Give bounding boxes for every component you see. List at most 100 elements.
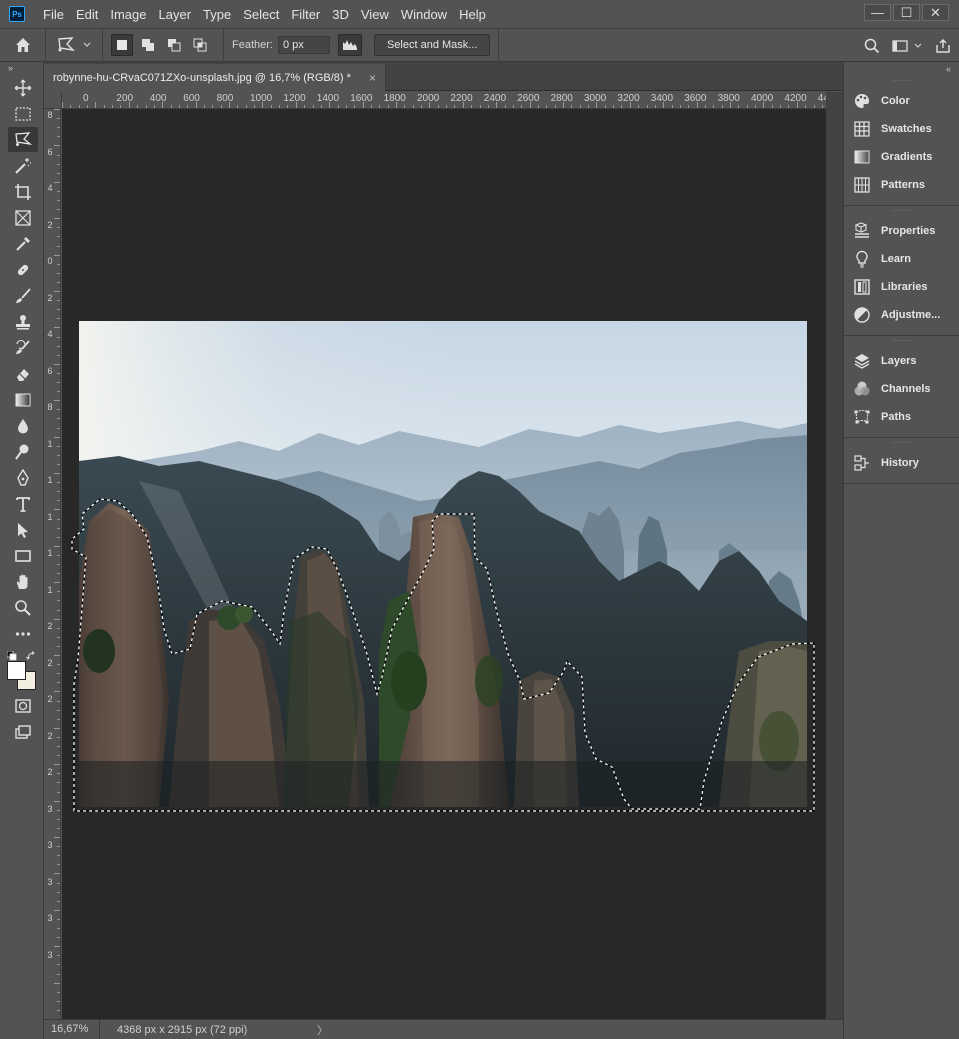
panel-label: Swatches (881, 123, 932, 135)
frame-tool[interactable] (8, 205, 38, 230)
document-tab[interactable]: robynne-hu-CRvaC071ZXo-unsplash.jpg @ 16… (44, 64, 386, 91)
polygonal-lasso-tool[interactable] (8, 127, 38, 152)
path-selection-tool[interactable] (8, 517, 38, 542)
search-button[interactable] (864, 38, 880, 54)
gradient-tool[interactable] (8, 387, 38, 412)
panel-history[interactable]: History (844, 449, 959, 477)
ruler-tick (57, 664, 60, 666)
collapse-panels-icon[interactable]: « (844, 62, 959, 76)
brush-tool[interactable] (8, 283, 38, 308)
menu-select[interactable]: Select (237, 0, 285, 29)
anti-alias-button[interactable] (337, 34, 362, 56)
panel-patterns[interactable]: Patterns (844, 171, 959, 199)
panel-swatches[interactable]: Swatches (844, 115, 959, 143)
ruler-tick (57, 564, 60, 565)
intersect-selection-button[interactable] (189, 34, 211, 56)
ruler-tick (54, 982, 60, 984)
menu-window[interactable]: Window (395, 0, 453, 29)
crop-tool[interactable] (8, 179, 38, 204)
ruler-tick-label: 3000 (584, 93, 607, 104)
marquee-tool[interactable] (8, 101, 38, 126)
rectangle-tool[interactable] (8, 543, 38, 568)
more-tools-button[interactable] (8, 621, 38, 646)
panel-properties[interactable]: Properties (844, 217, 959, 245)
move-icon (14, 79, 32, 96)
selection-outline (71, 498, 815, 812)
horizontal-ruler[interactable]: 0 200 400 600 800 1000 1200 1400 1600 1800 2000 220… (62, 92, 826, 109)
foreground-color-swatch[interactable] (7, 661, 26, 680)
tool-preset-picker[interactable] (46, 28, 103, 62)
menu-view[interactable]: View (355, 0, 395, 29)
ruler-tick (412, 105, 414, 108)
panel-layers[interactable]: Layers (844, 347, 959, 375)
channels-icon (854, 381, 870, 396)
photoshop-logo-icon[interactable]: Ps (9, 6, 25, 22)
menu-layer[interactable]: Layer (153, 0, 198, 29)
subtract-from-selection-button[interactable] (163, 34, 185, 56)
panel-label: History (881, 457, 919, 469)
collapse-toolbar-icon[interactable]: » (0, 62, 43, 74)
vertical-ruler[interactable]: 8 6 4 2 0 2 4 6 8 1 1 1 1 1 2 2 2 2 2 3 3 3 3 3 (44, 109, 61, 1019)
eraser-icon (17, 368, 29, 381)
maximize-button[interactable]: ☐ (893, 4, 920, 21)
menu-edit[interactable]: Edit (70, 0, 104, 29)
ruler-tick (563, 102, 564, 108)
zoom-tool[interactable] (8, 595, 38, 620)
pen-tool[interactable] (8, 465, 38, 490)
minimize-button[interactable]: — (864, 4, 891, 21)
zoom-level[interactable]: 16,67% (44, 1020, 100, 1039)
screen-mode-button[interactable] (8, 719, 38, 744)
ruler-tick (54, 400, 60, 402)
panel-paths[interactable]: Paths (844, 403, 959, 431)
workspace-button[interactable] (892, 39, 923, 53)
close-tab-icon[interactable]: × (369, 71, 376, 85)
new-selection-button[interactable] (111, 34, 133, 56)
dodge-tool[interactable] (8, 439, 38, 464)
menu-image[interactable]: Image (104, 0, 152, 29)
menu-file[interactable]: File (37, 0, 70, 29)
quick-mask-button[interactable] (8, 693, 38, 718)
panel-learn[interactable]: Learn (844, 245, 959, 273)
ruler-tick (57, 846, 60, 848)
canvas-area[interactable] (62, 109, 826, 1019)
healing-brush-tool[interactable] (8, 257, 38, 282)
blur-tool[interactable] (8, 413, 38, 438)
ruler-origin[interactable] (44, 92, 62, 109)
eraser-tool[interactable] (8, 361, 38, 386)
magic-wand-tool[interactable] (8, 153, 38, 178)
ruler-tick (621, 105, 623, 108)
add-to-selection-button[interactable] (137, 34, 159, 56)
ruler-tick (54, 509, 60, 511)
menu-type[interactable]: Type (197, 0, 237, 29)
menu-filter[interactable]: Filter (285, 0, 326, 29)
clone-stamp-tool[interactable] (8, 309, 38, 334)
add-selection-icon (142, 39, 154, 51)
select-and-mask-button[interactable]: Select and Mask... (373, 34, 491, 56)
swap-colors-icon[interactable] (26, 651, 36, 661)
panel-gradients[interactable]: Gradients (844, 143, 959, 171)
feather-input[interactable] (277, 36, 330, 54)
menu-3d[interactable]: 3D (326, 0, 355, 29)
eyedropper-tool[interactable] (8, 231, 38, 256)
hand-tool[interactable] (8, 569, 38, 594)
panel-color[interactable]: Color (844, 87, 959, 115)
menu-help[interactable]: Help (453, 0, 492, 29)
close-button[interactable]: ✕ (922, 4, 949, 21)
type-tool[interactable] (8, 491, 38, 516)
home-button[interactable] (0, 28, 46, 62)
ruler-tick (57, 645, 60, 647)
panel-channels[interactable]: Channels (844, 375, 959, 403)
move-tool[interactable] (8, 75, 38, 100)
ruler-tick (187, 105, 189, 108)
arrow-pointer-icon (18, 522, 28, 538)
vertical-scrollbar[interactable] (826, 92, 843, 1019)
ruler-tick (521, 105, 523, 108)
panel-libraries[interactable]: Libraries (844, 273, 959, 301)
default-colors-icon[interactable] (7, 651, 17, 661)
ruler-tick (57, 918, 60, 920)
status-menu-arrow-icon[interactable]: 〉 (317, 1022, 328, 1038)
history-brush-tool[interactable] (8, 335, 38, 360)
ruler-tick-label: 1000 (250, 93, 273, 104)
share-button[interactable] (935, 38, 951, 54)
panel-adjustments[interactable]: Adjustme... (844, 301, 959, 329)
